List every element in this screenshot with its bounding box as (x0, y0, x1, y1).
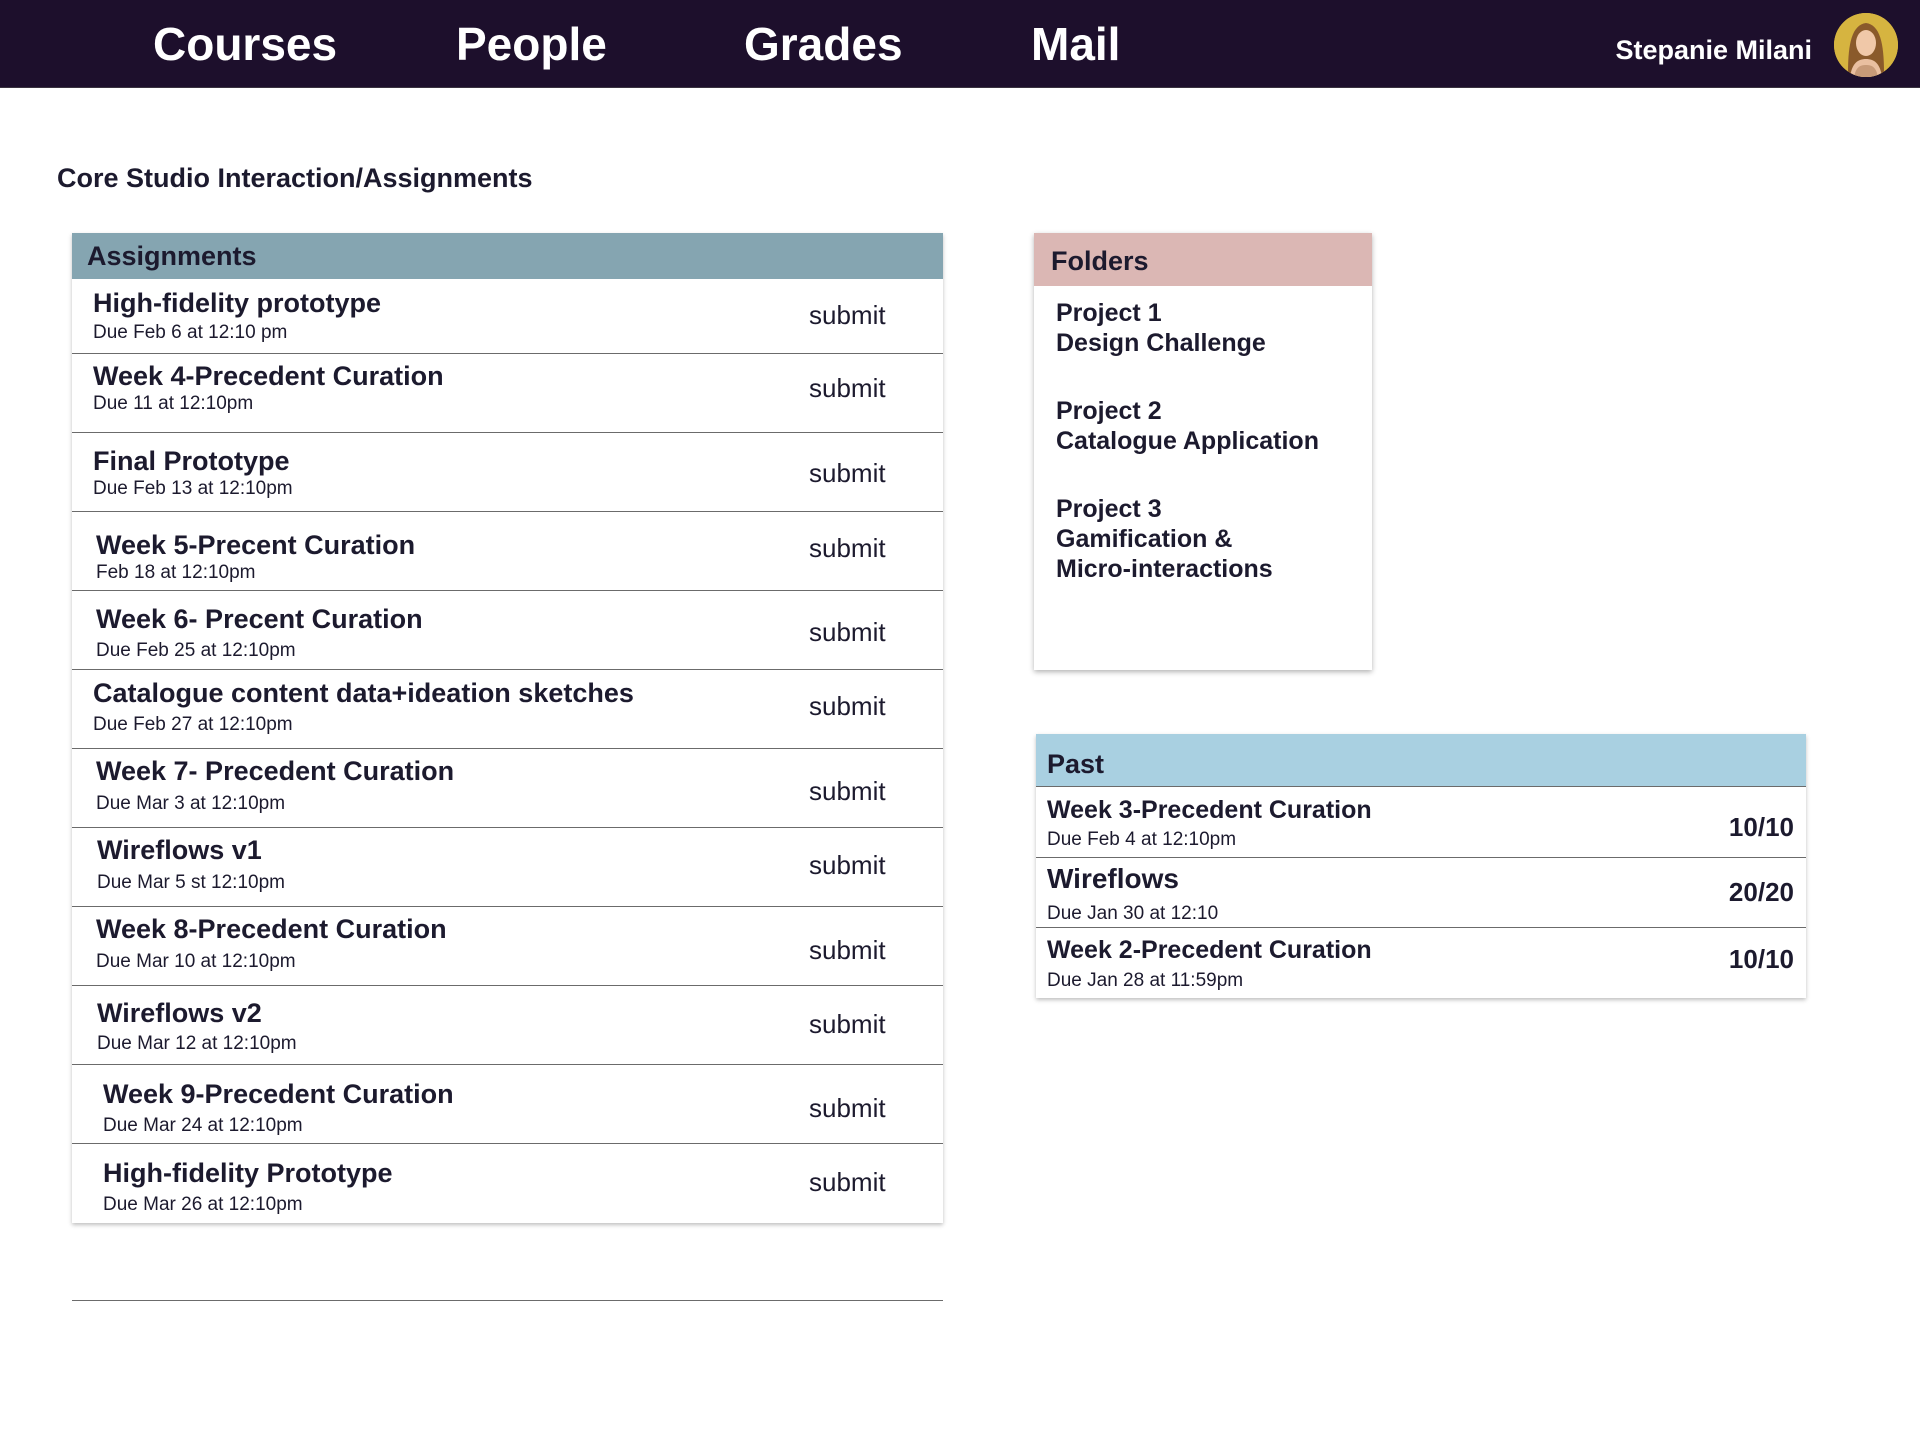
submit-button[interactable]: submit (809, 775, 886, 807)
assignment-row: Week 5-Precent Curation Feb 18 at 12:10p… (72, 512, 943, 591)
nav-mail[interactable]: Mail (1031, 14, 1120, 74)
assignment-due: Due Mar 12 at 12:10pm (97, 1033, 297, 1054)
past-score: 10/10 (1728, 812, 1794, 842)
assignment-title[interactable]: Catalogue content data+ideation sketches (93, 676, 634, 710)
assignment-title[interactable]: High-fidelity Prototype (103, 1156, 393, 1190)
assignment-due: Due Mar 3 at 12:10pm (96, 793, 286, 814)
nav-courses[interactable]: Courses (153, 14, 337, 74)
folder-subtitle: Catalogue Application (1056, 427, 1319, 455)
past-row: Wireflows Due Jan 30 at 12:10 20/20 (1036, 858, 1806, 928)
assignment-title[interactable]: Week 4-Precedent Curation (93, 359, 444, 393)
assignments-header: Assignments (72, 233, 943, 279)
user-avatar-icon (1834, 13, 1898, 77)
past-row: Week 3-Precedent Curation Due Feb 4 at 1… (1036, 787, 1806, 858)
page-title: Core Studio Interaction/Assignments (57, 163, 533, 193)
submit-button[interactable]: submit (809, 372, 886, 404)
past-panel: Past Week 3-Precedent Curation Due Feb 4… (1036, 734, 1806, 998)
past-due: Due Feb 4 at 12:10pm (1047, 829, 1237, 850)
past-due: Due Jan 30 at 12:10 (1047, 903, 1219, 924)
folder-subtitle: Gamification & (1056, 525, 1233, 553)
submit-button[interactable]: submit (809, 616, 886, 648)
submit-button[interactable]: submit (809, 457, 886, 489)
folder-subtitle: Micro-interactions (1056, 555, 1273, 583)
folder-name: Project 3 (1056, 495, 1162, 523)
folder-project-2[interactable]: Project 2 Catalogue Application (1034, 358, 1372, 456)
assignment-title[interactable]: Week 5-Precent Curation (96, 528, 415, 562)
assignment-due: Due Mar 10 at 12:10pm (96, 951, 296, 972)
assignment-title[interactable]: Week 6- Precent Curation (96, 602, 423, 636)
past-score: 20/20 (1728, 877, 1794, 907)
past-header: Past (1036, 734, 1806, 787)
submit-button[interactable]: submit (809, 532, 886, 564)
assignment-row: Catalogue content data+ideation sketches… (72, 670, 943, 749)
assignment-row: Week 8-Precedent Curation Due Mar 10 at … (72, 907, 943, 986)
folders-panel: Folders Project 1 Design Challenge Proje… (1034, 233, 1372, 670)
user-name[interactable]: Stepanie Milani (1615, 32, 1812, 68)
submit-button[interactable]: submit (809, 1092, 886, 1124)
submit-button[interactable]: submit (809, 849, 886, 881)
submit-button[interactable]: submit (809, 1166, 886, 1198)
assignment-row: Week 7- Precedent Curation Due Mar 3 at … (72, 749, 943, 828)
assignments-panel: Assignments High-fidelity prototype Due … (72, 233, 943, 1223)
submit-button[interactable]: submit (809, 934, 886, 966)
past-score: 10/10 (1728, 944, 1794, 974)
assignment-title[interactable]: Wireflows v2 (97, 996, 262, 1030)
assignment-row: High-fidelity prototype Due Feb 6 at 12:… (72, 279, 943, 354)
submit-button[interactable]: submit (809, 690, 886, 722)
nav-people[interactable]: People (456, 14, 607, 74)
assignment-due: Feb 18 at 12:10pm (96, 562, 256, 583)
folder-project-1[interactable]: Project 1 Design Challenge (1034, 286, 1372, 358)
assignment-row: Wireflows v1 Due Mar 5 st 12:10pm submit (72, 828, 943, 907)
assignment-due: Due Feb 13 at 12:10pm (93, 478, 293, 499)
assignment-row: Week 6- Precent Curation Due Feb 25 at 1… (72, 591, 943, 670)
assignment-row: Week 9-Precedent Curation Due Mar 24 at … (72, 1065, 943, 1144)
past-title[interactable]: Week 3-Precedent Curation (1047, 795, 1372, 825)
folder-name: Project 2 (1056, 397, 1162, 425)
submit-button[interactable]: submit (809, 1008, 886, 1040)
nav-grades[interactable]: Grades (744, 14, 903, 74)
folder-name: Project 1 (1056, 299, 1162, 327)
assignment-due: Due Mar 26 at 12:10pm (103, 1194, 303, 1215)
assignment-due: Due Mar 24 at 12:10pm (103, 1115, 303, 1136)
assignment-row: Week 4-Precedent Curation Due 11 at 12:1… (72, 354, 943, 433)
assignment-title[interactable]: Final Prototype (93, 444, 290, 478)
assignment-due: Due Feb 27 at 12:10pm (93, 714, 293, 735)
assignment-due: Due Feb 25 at 12:10pm (96, 640, 296, 661)
past-row: Week 2-Precedent Curation Due Jan 28 at … (1036, 928, 1806, 998)
folder-project-3[interactable]: Project 3 Gamification & Micro-interacti… (1034, 456, 1372, 584)
top-nav-bar: Courses People Grades Mail Stepanie Mila… (0, 0, 1920, 88)
past-due: Due Jan 28 at 11:59pm (1047, 970, 1244, 991)
avatar[interactable] (1834, 13, 1898, 77)
past-title[interactable]: Week 2-Precedent Curation (1047, 935, 1372, 965)
folder-subtitle: Design Challenge (1056, 329, 1266, 357)
assignment-title[interactable]: High-fidelity prototype (93, 286, 381, 320)
divider (72, 1300, 943, 1301)
assignment-row: Final Prototype Due Feb 13 at 12:10pm su… (72, 433, 943, 512)
past-title[interactable]: Wireflows (1047, 864, 1179, 894)
assignment-due: Due 11 at 12:10pm (93, 393, 254, 414)
assignment-row: Wireflows v2 Due Mar 12 at 12:10pm submi… (72, 986, 943, 1065)
assignment-title[interactable]: Week 8-Precedent Curation (96, 912, 447, 946)
assignment-title[interactable]: Week 9-Precedent Curation (103, 1077, 454, 1111)
folders-header: Folders (1034, 233, 1372, 286)
assignment-due: Due Feb 6 at 12:10 pm (93, 322, 288, 343)
assignment-row: High-fidelity Prototype Due Mar 26 at 12… (72, 1144, 943, 1223)
assignment-title[interactable]: Week 7- Precedent Curation (96, 754, 454, 788)
assignment-title[interactable]: Wireflows v1 (97, 833, 262, 867)
assignment-due: Due Mar 5 st 12:10pm (97, 872, 285, 893)
submit-button[interactable]: submit (809, 299, 886, 331)
